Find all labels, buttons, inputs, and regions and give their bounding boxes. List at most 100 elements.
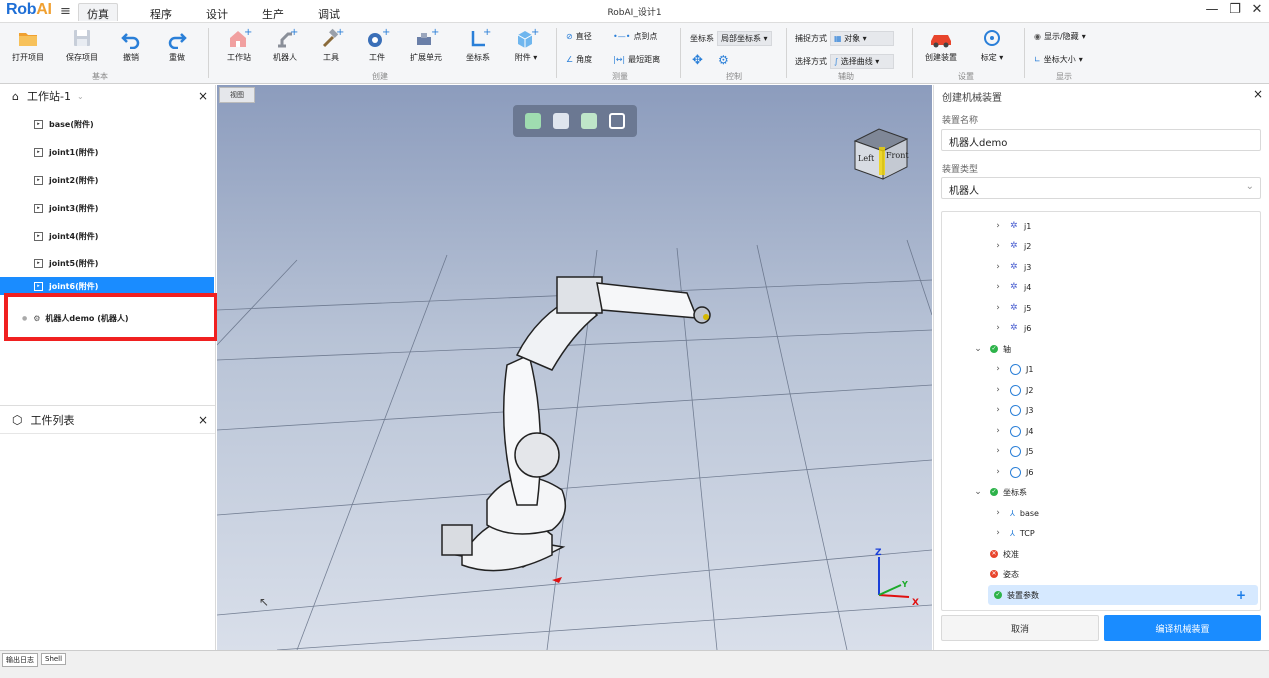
chevron-down-icon[interactable]: ⌄ <box>972 487 984 497</box>
menu-tab-production[interactable]: 生产 <box>254 4 292 22</box>
minimize-button[interactable]: — <box>1201 2 1223 17</box>
tree-item-joint6[interactable]: ▸ joint6(附件) <box>0 277 214 295</box>
view-tab[interactable]: 视图 <box>219 87 255 103</box>
fit-view-icon[interactable] <box>609 113 625 129</box>
tree-device-params[interactable]: ✓ 装置参数 + <box>988 585 1258 605</box>
station-title[interactable]: 工作站-1 <box>27 88 71 104</box>
expand-icon[interactable]: ▸ <box>34 281 43 291</box>
tree-joint-j6[interactable]: › ✲ j6 <box>942 318 1260 338</box>
view-shade-icon[interactable] <box>581 113 597 129</box>
device-structure-tree[interactable]: › ✲ j1 › ✲ j2 › ✲ j3 › ✲ j4 › ✲ j5 › ✲ j6 ⌄ ✓ 轴 › J1 › J… <box>941 211 1261 611</box>
undo-button[interactable]: 撤销 <box>115 27 147 63</box>
create-frame-button[interactable]: + 坐标系 <box>460 27 496 63</box>
tree-calibration[interactable]: ✕ 校准 <box>942 544 1260 564</box>
capture-mode-value[interactable]: ▦ 对象 ▾ <box>830 31 894 46</box>
coord-system-select[interactable]: 坐标系 局部坐标系 ▾ <box>690 31 772 46</box>
tree-item-joint1[interactable]: ▸ joint1(附件) <box>0 141 214 163</box>
chevron-right-icon[interactable]: › <box>992 508 1004 518</box>
tree-joint-j2[interactable]: › ✲ j2 <box>942 236 1260 256</box>
chevron-right-icon[interactable]: › <box>992 282 1004 292</box>
chevron-right-icon[interactable]: › <box>992 467 1004 477</box>
select-mode-select[interactable]: 选择方式 ∫ 选择曲线 ▾ <box>795 54 894 69</box>
chevron-down-icon[interactable]: ⌄ <box>77 92 84 101</box>
navigation-cube[interactable]: Left Front <box>849 125 911 181</box>
device-name-input[interactable]: 机器人demo <box>941 129 1261 151</box>
expand-icon[interactable]: ▸ <box>34 147 43 157</box>
add-icon[interactable]: + <box>1236 588 1246 602</box>
tree-item-robot-demo[interactable]: ● ⚙ 机器人demo (机器人) <box>0 307 214 329</box>
expand-icon[interactable]: ▸ <box>34 231 43 241</box>
tree-posture[interactable]: ✕ 姿态 <box>942 564 1260 584</box>
create-workpiece-button[interactable]: + 工件 <box>360 27 394 63</box>
open-project-button[interactable]: 打开项目 <box>8 27 48 63</box>
chevron-right-icon[interactable]: › <box>992 221 1004 231</box>
expand-icon[interactable]: ▸ <box>34 119 43 129</box>
create-tool-button[interactable]: + 工具 <box>314 27 348 63</box>
chevron-right-icon[interactable]: › <box>992 262 1004 272</box>
create-extension-unit-button[interactable]: + 扩展单元 <box>406 27 446 63</box>
save-project-button[interactable]: 保存项目 <box>62 27 102 63</box>
device-type-select[interactable]: 机器人 ⌄ <box>941 177 1261 199</box>
redo-button[interactable]: 重做 <box>161 27 193 63</box>
tree-axis-J2[interactable]: › J2 <box>942 380 1260 400</box>
expand-icon[interactable]: ▸ <box>34 175 43 185</box>
cancel-button[interactable]: 取消 <box>941 615 1099 641</box>
compile-device-button[interactable]: 编译机械装置 <box>1104 615 1261 641</box>
tree-frame-base[interactable]: › ⅄ base <box>942 503 1260 523</box>
menu-tab-program[interactable]: 程序 <box>142 4 180 22</box>
menu-tab-design[interactable]: 设计 <box>198 4 236 22</box>
tree-item-joint3[interactable]: ▸ joint3(附件) <box>0 197 214 219</box>
tab-output-log[interactable]: 输出日志 <box>2 653 38 667</box>
tree-joint-j4[interactable]: › ✲ j4 <box>942 277 1260 297</box>
chevron-right-icon[interactable]: › <box>992 405 1004 415</box>
measure-angle-button[interactable]: ∠ 角度 <box>566 54 592 65</box>
axis-size-button[interactable]: ∟ 坐标大小 ▾ <box>1034 54 1083 65</box>
restore-button[interactable]: ❐ <box>1224 2 1246 17</box>
tree-item-joint5[interactable]: ▸ joint5(附件) <box>0 252 214 274</box>
chevron-right-icon[interactable]: › <box>992 323 1004 333</box>
show-hide-button[interactable]: ◉ 显示/隐藏 ▾ <box>1034 31 1086 42</box>
tree-group-axes[interactable]: ⌄ ✓ 轴 <box>942 339 1260 359</box>
create-device-button[interactable]: 创建装置 <box>922 27 960 63</box>
3d-viewport[interactable]: Z Y X 视图 Left Front ↖ <box>217 85 932 650</box>
chevron-down-icon[interactable]: ⌄ <box>972 344 984 354</box>
chevron-right-icon[interactable]: › <box>992 303 1004 313</box>
close-icon[interactable]: × <box>1253 87 1263 101</box>
view-copy-icon[interactable] <box>553 113 569 129</box>
menu-tab-debug[interactable]: 调试 <box>310 4 348 22</box>
view-cube-icon[interactable] <box>525 113 541 129</box>
create-station-button[interactable]: + 工作站 <box>222 27 256 63</box>
tree-axis-J4[interactable]: › J4 <box>942 421 1260 441</box>
tree-item-joint4[interactable]: ▸ joint4(附件) <box>0 225 214 247</box>
chevron-right-icon[interactable]: › <box>992 385 1004 395</box>
tree-item-joint2[interactable]: ▸ joint2(附件) <box>0 169 214 191</box>
chevron-right-icon[interactable]: › <box>992 446 1004 456</box>
expand-icon[interactable]: ▸ <box>34 258 43 268</box>
tab-shell[interactable]: Shell <box>41 653 67 665</box>
create-attachment-button[interactable]: + 附件 ▾ <box>506 27 546 63</box>
chevron-right-icon[interactable]: › <box>992 528 1004 538</box>
tree-item-base[interactable]: ▸ base(附件) <box>0 113 214 135</box>
coord-system-value[interactable]: 局部坐标系 ▾ <box>717 31 772 46</box>
close-icon[interactable]: × <box>198 413 208 427</box>
tree-axis-J5[interactable]: › J5 <box>942 441 1260 461</box>
tree-axis-J1[interactable]: › J1 <box>942 359 1260 379</box>
tree-joint-j1[interactable]: › ✲ j1 <box>942 216 1260 236</box>
expand-icon[interactable]: ▸ <box>34 203 43 213</box>
close-window-button[interactable]: ✕ <box>1246 2 1268 17</box>
capture-mode-select[interactable]: 捕捉方式 ▦ 对象 ▾ <box>795 31 894 46</box>
menu-tab-simulation[interactable]: 仿真 <box>78 3 118 21</box>
move-icon[interactable]: ✥ <box>692 53 703 68</box>
tree-group-frames[interactable]: ⌄ ✓ 坐标系 <box>942 482 1260 502</box>
tree-axis-J3[interactable]: › J3 <box>942 400 1260 420</box>
hamburger-menu-icon[interactable]: ≡ <box>60 4 71 19</box>
tree-joint-j5[interactable]: › ✲ j5 <box>942 298 1260 318</box>
tree-frame-tcp[interactable]: › ⅄ TCP <box>942 523 1260 543</box>
chevron-right-icon[interactable]: › <box>992 426 1004 436</box>
measure-point-to-point-button[interactable]: •—• 点到点 <box>613 31 657 42</box>
robot-jog-icon[interactable]: ⚙ <box>718 53 729 67</box>
close-icon[interactable]: × <box>198 89 208 103</box>
select-mode-value[interactable]: ∫ 选择曲线 ▾ <box>830 54 894 69</box>
measure-min-distance-button[interactable]: |↔| 最短距离 <box>613 54 660 65</box>
chevron-right-icon[interactable]: › <box>992 241 1004 251</box>
